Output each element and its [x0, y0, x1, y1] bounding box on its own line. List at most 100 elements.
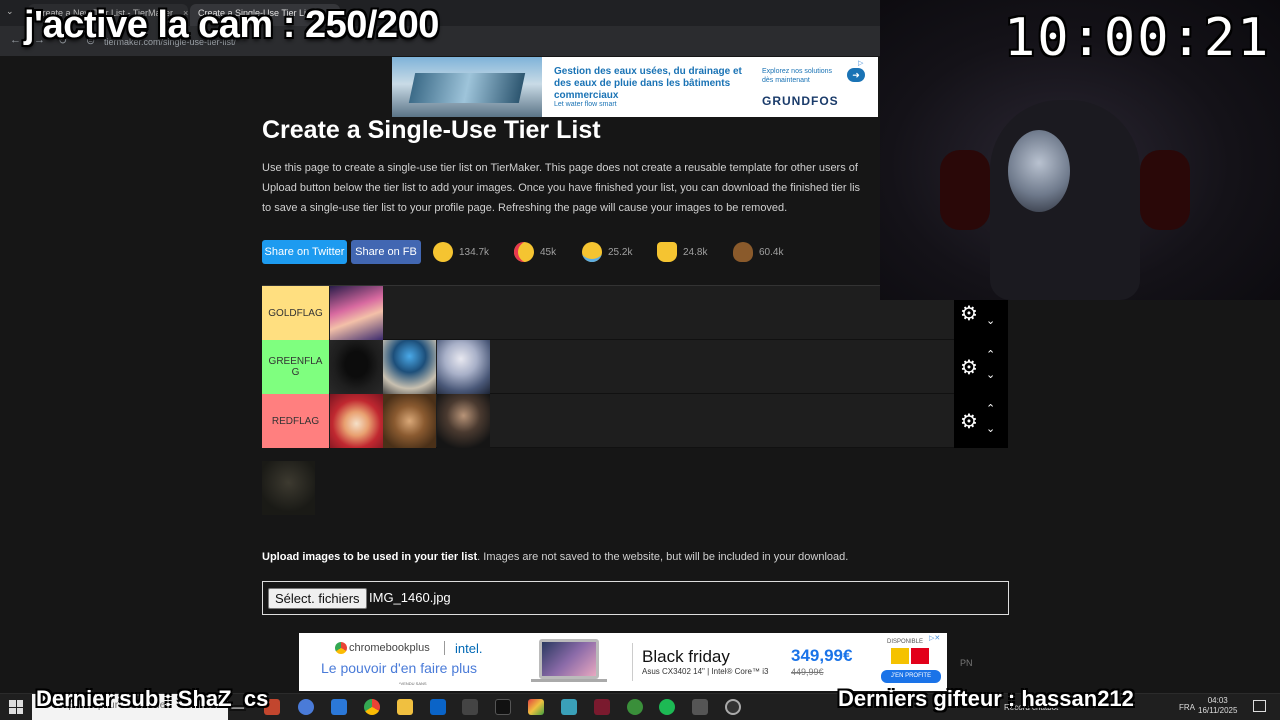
ad-old-price: 449,99€: [791, 667, 824, 677]
tier-item-image[interactable]: [437, 340, 490, 394]
chevron-up-icon[interactable]: ⌃: [986, 348, 995, 361]
ad-footnote: *VENDU SANS: [399, 681, 427, 686]
xbox-icon[interactable]: [627, 699, 643, 715]
tier-item-image[interactable]: [330, 286, 383, 340]
ad-laptop-image: [539, 639, 599, 679]
ad-divider: [632, 643, 633, 681]
back-icon[interactable]: ←: [10, 34, 21, 46]
tier-controls: ⚙ ⌃ ⌄: [954, 394, 1008, 448]
reaction-joy[interactable]: 25.2k: [582, 240, 632, 264]
app-icon[interactable]: [594, 699, 610, 715]
clock-time: 04:03: [1207, 696, 1228, 705]
reaction-count: 24.8k: [683, 246, 708, 258]
app-icon[interactable]: [298, 699, 314, 715]
tier-row-greenflag[interactable]: GREENFLAG ⚙ ⌃ ⌄: [262, 340, 1008, 394]
tab-menu-icon[interactable]: ⌄: [6, 6, 14, 17]
chrome-logo-icon: [335, 642, 347, 654]
ad-choices-icon[interactable]: ▷✕: [929, 634, 940, 642]
ad-cta-text: Explorez nos solutions dès maintenant: [762, 68, 833, 84]
top-advertisement[interactable]: Gestion des eaux usées, du drainage et d…: [392, 57, 878, 117]
clock-date: 16/11/2025: [1198, 706, 1238, 715]
chevron-up-icon[interactable]: ⌃: [986, 402, 995, 415]
share-facebook-button[interactable]: Share on FB: [351, 240, 421, 264]
app-icon[interactable]: [528, 699, 544, 715]
reaction-heart-eyes[interactable]: 45k: [514, 240, 556, 264]
ad-choices-icon[interactable]: ▷: [858, 59, 863, 67]
app-icon[interactable]: [692, 699, 708, 715]
tier-label[interactable]: REDFLAG: [262, 394, 329, 448]
gear-icon[interactable]: ⚙: [960, 409, 978, 434]
reaction-count: 134.7k: [459, 246, 490, 258]
webcam-face: [1008, 130, 1070, 212]
heart-eyes-face-icon: [514, 242, 534, 262]
tier-item-image[interactable]: [437, 394, 490, 448]
ad-headline: Gestion des eaux usées, du drainage et d…: [554, 66, 742, 101]
chevron-down-icon[interactable]: ⌄: [986, 314, 995, 327]
windows-start-icon[interactable]: [9, 700, 23, 714]
tier-item-image[interactable]: [330, 340, 383, 394]
reaction-count: 60.4k: [759, 246, 784, 258]
tier-label[interactable]: GREENFLAG: [262, 340, 329, 394]
page-title: Create a Single-Use Tier List: [262, 116, 601, 144]
upload-instructions: Upload images to be used in your tier li…: [262, 551, 848, 563]
arrow-right-icon[interactable]: ➜: [847, 68, 865, 82]
notification-icon[interactable]: [1253, 700, 1266, 712]
app-icon[interactable]: [561, 699, 577, 715]
reaction-raised-hands[interactable]: 24.8k: [657, 240, 707, 264]
tier-item-image[interactable]: [383, 340, 436, 394]
stream-goal-text: j'active la cam : 250/200: [24, 4, 439, 46]
system-clock[interactable]: 04:03 16/11/2025: [1198, 696, 1237, 716]
app-icon[interactable]: [462, 699, 478, 715]
gear-icon[interactable]: ⚙: [960, 301, 978, 326]
share-twitter-button[interactable]: Share on Twitter: [262, 240, 347, 264]
keyboard-language[interactable]: FRA: [1179, 703, 1195, 712]
description-line: Upload button below the tier list to add…: [262, 182, 861, 194]
chrome-icon[interactable]: [364, 699, 380, 715]
chevron-down-icon[interactable]: ⌄: [986, 368, 995, 381]
ad-subline: Let water flow smart: [554, 101, 617, 108]
tier-item-image[interactable]: [330, 394, 383, 448]
ad-model: Asus CX3402 14" | Intel® Core™ i3: [642, 667, 769, 676]
spotify-icon[interactable]: [659, 699, 675, 715]
ad-intel-label: intel.: [455, 641, 483, 656]
side-label: PN: [960, 658, 973, 668]
ad-divider: [444, 641, 445, 655]
ad-brand: GRUNDFOS: [762, 94, 839, 108]
reaction-grinning[interactable]: 134.7k: [433, 240, 489, 264]
reaction-count: 25.2k: [608, 246, 633, 258]
app-icon[interactable]: [331, 699, 347, 715]
reaction-count: 45k: [540, 246, 557, 258]
tier-controls: ⚙ ⌃ ⌄: [954, 340, 1008, 394]
tier-list: GOLDFLAG ⚙ ⌃ ⌄ GREENFLAG ⚙ ⌃ ⌄ REDFLAG ⚙…: [262, 285, 1008, 448]
choose-files-button[interactable]: Sélect. fichiers: [268, 588, 367, 609]
ad-building-graphic: [408, 73, 526, 103]
store-logo-icon: [891, 648, 909, 664]
obs-icon[interactable]: [725, 699, 741, 715]
tiktok-icon[interactable]: [495, 699, 511, 715]
bottom-advertisement[interactable]: chromebookplus intel. Le pouvoir d'en fa…: [299, 633, 947, 691]
chevron-down-icon[interactable]: ⌄: [986, 422, 995, 435]
webcam-chair-right: [1140, 150, 1190, 230]
ad-availability: DISPONIBLE: [887, 639, 924, 645]
ad-price: 349,99€: [791, 646, 853, 665]
tier-row-redflag[interactable]: REDFLAG ⚙ ⌃ ⌄: [262, 394, 1008, 448]
stream-timer: 10:00:21: [1004, 8, 1271, 68]
webcam-chair-left: [940, 150, 990, 230]
folder-icon[interactable]: [397, 699, 413, 715]
reaction-poop[interactable]: 60.4k: [733, 240, 783, 264]
raised-hands-icon: [657, 242, 677, 262]
store-logo-icon: [911, 648, 929, 664]
webcam-figure: [990, 100, 1140, 300]
gear-icon[interactable]: ⚙: [960, 355, 978, 380]
tier-label[interactable]: GOLDFLAG: [262, 286, 329, 340]
ad-tagline: Le pouvoir d'en faire plus: [321, 660, 477, 676]
tier-item-image[interactable]: [383, 394, 436, 448]
joy-face-icon: [582, 242, 602, 262]
ad-cta-button[interactable]: J'EN PROFITE: [881, 670, 941, 683]
ad-chromebook-label: chromebookplus: [349, 642, 430, 654]
poop-icon: [733, 242, 753, 262]
last-subscriber-text: Dernier sub : ShaZ_cs: [36, 686, 269, 711]
mail-icon[interactable]: [430, 699, 446, 715]
description-line: to save a single-use tier list to your p…: [262, 202, 788, 214]
unranked-image-tile[interactable]: [262, 461, 315, 515]
